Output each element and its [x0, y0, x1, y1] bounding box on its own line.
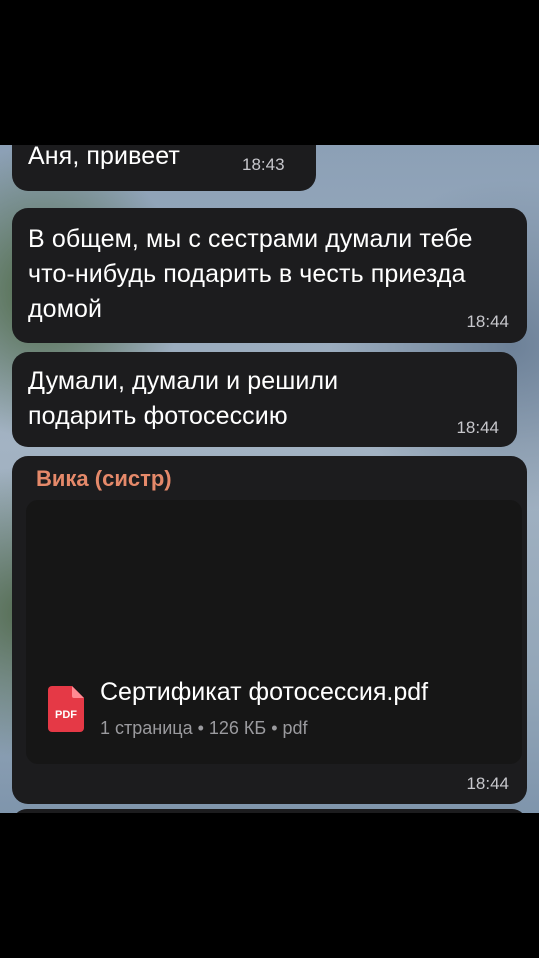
message-text: В общем, мы с сестрами думали тебе что-н… [28, 225, 473, 323]
message-text: Думали, думали и решили подарить фотосес… [28, 367, 339, 430]
message-time: 18:44 [456, 418, 499, 437]
message-bubble-partial[interactable] [12, 809, 527, 813]
chat-area[interactable]: ​ Аня, привеет 18:43 В общем, мы с сестр… [0, 145, 539, 813]
file-meta: 1 страница • 126 КБ • pdf [100, 718, 308, 738]
message-bubble[interactable]: Думали, думали и решили подарить фотосес… [12, 352, 517, 447]
message-bubble[interactable]: ​ Аня, привеет 18:43 [12, 145, 316, 191]
message-time: 18:44 [466, 774, 509, 793]
file-attachment[interactable]: PDF Сертификат фотосессия.pdf 1 страница… [26, 500, 522, 764]
file-name[interactable]: Сертификат фотосессия.pdf [100, 678, 428, 707]
message-text: Аня, привеет [28, 145, 180, 170]
pdf-icon-label: PDF [55, 709, 77, 721]
message-time: 18:44 [466, 312, 509, 331]
pdf-file-icon: PDF [48, 686, 84, 732]
message-bubble[interactable]: В общем, мы с сестрами думали тебе что-н… [12, 208, 527, 343]
sender-name[interactable]: Вика (систр) [36, 466, 172, 492]
message-time: 18:43 [242, 155, 285, 174]
file-message-bubble[interactable]: Вика (систр) PDF Сертификат фотосессия.p… [12, 456, 527, 804]
